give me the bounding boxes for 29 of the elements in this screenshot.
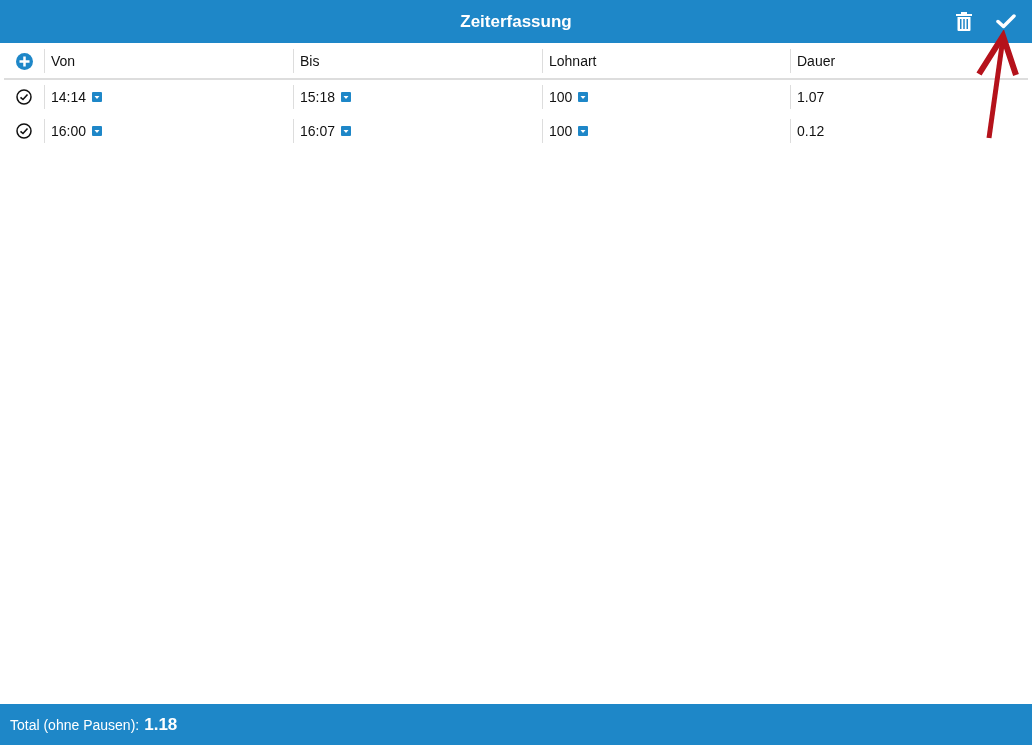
- dropdown-icon[interactable]: [341, 92, 352, 102]
- delete-button[interactable]: [956, 12, 972, 31]
- column-header: Dauer: [797, 53, 836, 69]
- column-header: Bis: [300, 53, 320, 69]
- table-cell[interactable]: 16:00: [51, 123, 87, 139]
- checkmark-icon: [996, 14, 1016, 29]
- table-cell[interactable]: 100: [549, 89, 573, 105]
- dropdown-icon[interactable]: [341, 126, 352, 136]
- table-cell[interactable]: 15:18: [300, 89, 336, 105]
- total-label: Total (ohne Pausen):: [10, 716, 140, 733]
- confirm-button[interactable]: [996, 14, 1016, 29]
- check-circle-icon[interactable]: [16, 123, 32, 139]
- table-cell[interactable]: 14:14: [51, 89, 87, 105]
- column-header: Von: [51, 53, 76, 69]
- dropdown-icon[interactable]: [578, 92, 589, 102]
- dropdown-icon[interactable]: [578, 126, 589, 136]
- plus-circle-icon: [15, 52, 33, 70]
- trash-icon: [956, 12, 972, 31]
- table-cell[interactable]: 16:07: [300, 123, 336, 139]
- add-button[interactable]: [15, 52, 33, 70]
- window-title: Zeiterfassung: [460, 11, 572, 32]
- column-header: Lohnart: [549, 53, 597, 69]
- table-cell: 1.07: [797, 89, 825, 105]
- table-cell: 0.12: [797, 123, 825, 139]
- dropdown-icon[interactable]: [92, 126, 103, 136]
- dropdown-icon[interactable]: [92, 92, 103, 102]
- total-value: 1.18: [144, 714, 178, 735]
- check-circle-icon[interactable]: [16, 89, 32, 105]
- table-cell[interactable]: 100: [549, 123, 573, 139]
